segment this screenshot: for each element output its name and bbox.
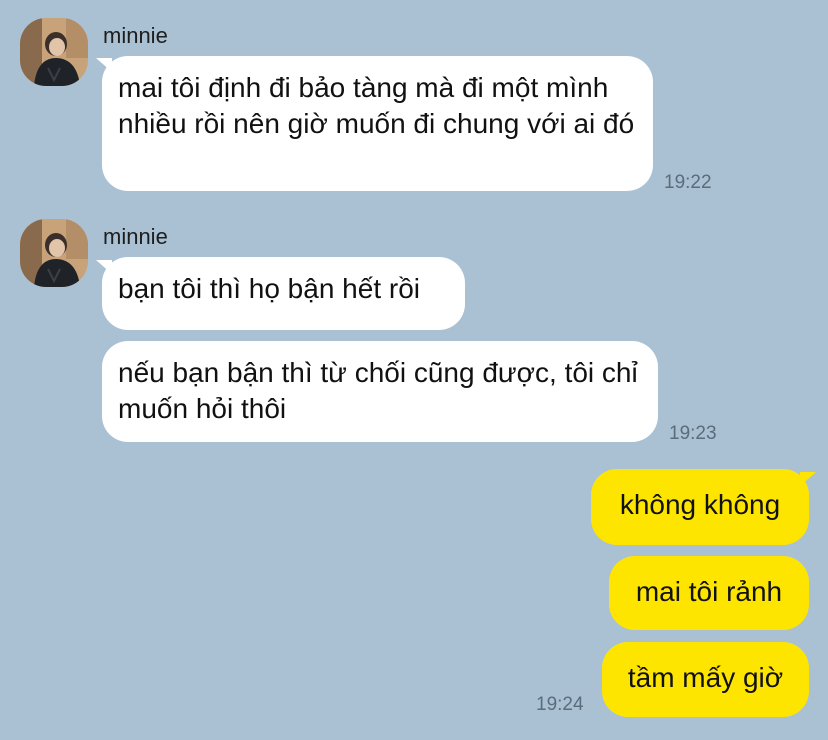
message-timestamp: 19:22 bbox=[664, 172, 712, 193]
avatar[interactable] bbox=[20, 18, 88, 86]
outgoing-message-bubble[interactable]: tầm mấy giờ bbox=[602, 642, 809, 717]
message-text: mai tôi định đi bảo tàng mà đi một mình … bbox=[118, 72, 635, 139]
outgoing-message-bubble[interactable]: mai tôi rảnh bbox=[609, 556, 809, 630]
message-text: mai tôi rảnh bbox=[635, 576, 783, 607]
message-text: bạn tôi thì họ bận hết rồi bbox=[118, 273, 420, 304]
sender-name: minnie bbox=[103, 23, 168, 48]
message-text: nếu bạn bận thì từ chối cũng được, tôi c… bbox=[118, 357, 638, 424]
incoming-message-bubble[interactable]: nếu bạn bận thì từ chối cũng được, tôi c… bbox=[102, 341, 658, 442]
incoming-message-bubble[interactable]: bạn tôi thì họ bận hết rồi bbox=[102, 257, 465, 330]
incoming-message-bubble[interactable]: mai tôi định đi bảo tàng mà đi một mình … bbox=[102, 56, 653, 191]
profile-photo-icon bbox=[20, 18, 88, 86]
message-text: không không bbox=[619, 489, 781, 520]
outgoing-message-bubble[interactable]: không không bbox=[591, 469, 809, 545]
message-text: tầm mấy giờ bbox=[627, 662, 784, 693]
avatar[interactable] bbox=[20, 219, 88, 287]
profile-photo-icon bbox=[20, 219, 88, 287]
message-timestamp: 19:24 bbox=[536, 694, 584, 715]
sender-name: minnie bbox=[103, 224, 168, 249]
message-timestamp: 19:23 bbox=[669, 423, 717, 444]
